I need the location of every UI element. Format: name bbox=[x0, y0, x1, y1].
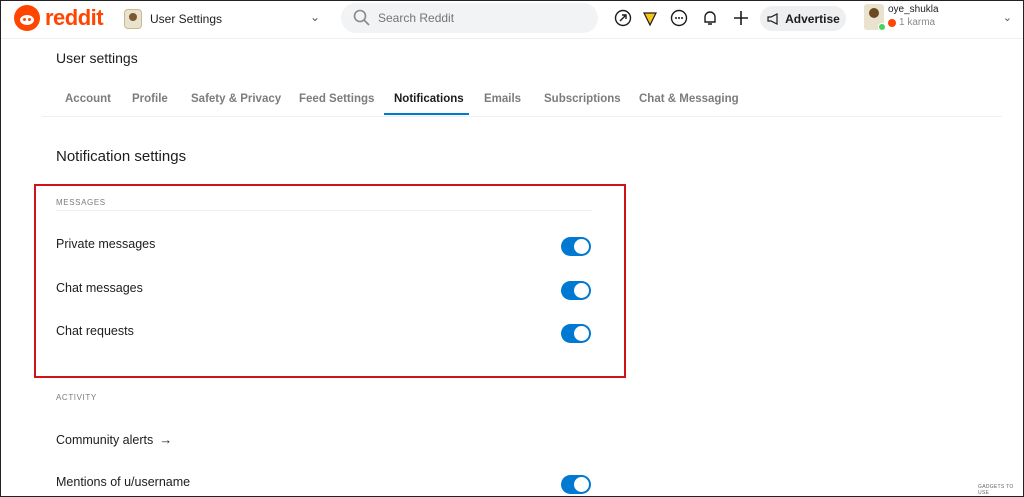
chat-requests-label: Chat requests bbox=[56, 324, 134, 338]
search-icon bbox=[353, 9, 370, 26]
reddit-snoo-icon bbox=[14, 5, 40, 31]
coins-icon[interactable] bbox=[641, 9, 659, 27]
settings-tabs: Account Profile Safety & Privacy Feed Se… bbox=[42, 86, 1002, 117]
online-status-icon bbox=[878, 23, 886, 31]
tab-account[interactable]: Account bbox=[65, 86, 111, 115]
popular-icon[interactable] bbox=[614, 9, 632, 27]
karma-icon bbox=[888, 18, 896, 27]
chat-icon[interactable] bbox=[670, 9, 688, 27]
tab-emails[interactable]: Emails bbox=[484, 86, 521, 115]
section-title: Notification settings bbox=[56, 148, 187, 165]
logo-text: reddit bbox=[45, 5, 104, 30]
chevron-down-icon: ⌄ bbox=[309, 10, 320, 24]
top-navbar: reddit User Settings ⌄ Advertise oye_shu… bbox=[0, 0, 1024, 39]
community-switcher[interactable]: User Settings ⌄ bbox=[124, 7, 324, 31]
community-alerts-link[interactable]: Community alerts → bbox=[56, 432, 172, 447]
mentions-toggle[interactable] bbox=[561, 475, 591, 494]
arrow-right-icon: → bbox=[159, 432, 173, 447]
tab-chat-messaging[interactable]: Chat & Messaging bbox=[639, 86, 739, 115]
tab-safety-privacy[interactable]: Safety & Privacy bbox=[191, 86, 281, 115]
private-messages-label: Private messages bbox=[56, 237, 156, 251]
username: oye_shukla bbox=[888, 4, 939, 15]
karma-text: 1 karma bbox=[899, 17, 936, 28]
karma: 1 karma bbox=[888, 17, 935, 28]
advertise-button[interactable]: Advertise bbox=[760, 6, 846, 31]
tab-subscriptions[interactable]: Subscriptions bbox=[544, 86, 621, 115]
user-avatar-icon bbox=[124, 9, 142, 29]
search-input[interactable] bbox=[376, 10, 580, 26]
advertise-label: Advertise bbox=[785, 11, 840, 26]
divider bbox=[56, 210, 592, 211]
community-title: User Settings bbox=[150, 12, 223, 26]
reddit-logo[interactable]: reddit bbox=[14, 5, 104, 31]
tab-profile[interactable]: Profile bbox=[132, 86, 168, 115]
chat-messages-label: Chat messages bbox=[56, 281, 143, 295]
megaphone-icon bbox=[767, 12, 778, 25]
community-alerts-label: Community alerts bbox=[56, 433, 154, 447]
group-label-messages: MESSAGES bbox=[56, 198, 106, 207]
plus-icon[interactable] bbox=[732, 9, 750, 27]
watermark: GADGETS TO USE bbox=[978, 484, 1014, 496]
bell-icon[interactable] bbox=[701, 9, 719, 27]
mentions-label: Mentions of u/username bbox=[56, 475, 191, 489]
chat-requests-toggle[interactable] bbox=[561, 324, 591, 343]
user-menu[interactable]: oye_shukla 1 karma ⌄ bbox=[862, 3, 1012, 35]
page-title: User settings bbox=[56, 50, 138, 66]
search-bar[interactable] bbox=[341, 3, 598, 33]
group-label-activity: ACTIVITY bbox=[56, 393, 97, 402]
chevron-down-icon: ⌄ bbox=[1002, 12, 1012, 24]
private-messages-toggle[interactable] bbox=[561, 237, 591, 256]
chat-messages-toggle[interactable] bbox=[561, 281, 591, 300]
tab-feed-settings[interactable]: Feed Settings bbox=[299, 86, 374, 115]
tab-notifications[interactable]: Notifications bbox=[384, 86, 469, 115]
